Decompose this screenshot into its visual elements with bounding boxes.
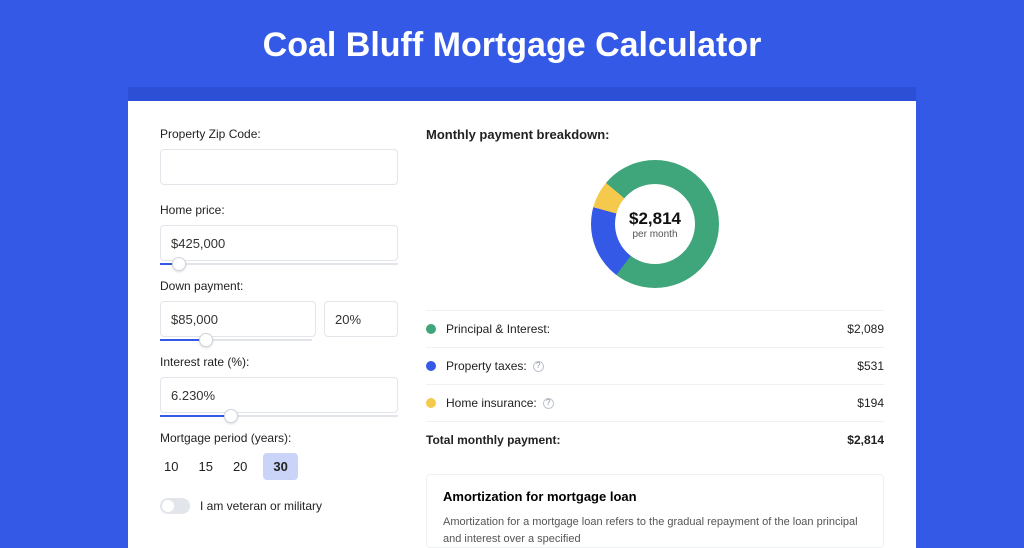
legend-text: Principal & Interest: xyxy=(446,322,550,336)
down-payment-slider[interactable] xyxy=(160,339,312,341)
slider-thumb[interactable] xyxy=(172,257,186,271)
swatch-principal xyxy=(426,324,436,334)
interest-input[interactable] xyxy=(160,377,398,413)
interest-label: Interest rate (%): xyxy=(160,355,398,369)
period-field: Mortgage period (years): 10 15 20 30 xyxy=(160,431,398,480)
legend-label-principal: Principal & Interest: xyxy=(446,322,847,336)
period-option-30[interactable]: 30 xyxy=(263,453,297,480)
down-payment-field: Down payment: xyxy=(160,279,398,341)
period-option-10[interactable]: 10 xyxy=(160,453,182,480)
page-title: Coal Bluff Mortgage Calculator xyxy=(0,0,1024,87)
zip-input[interactable] xyxy=(160,149,398,185)
interest-slider[interactable] xyxy=(160,415,398,417)
legend-label-taxes: Property taxes: ? xyxy=(446,359,857,373)
breakdown-title: Monthly payment breakdown: xyxy=(426,127,884,142)
form-column: Property Zip Code: Home price: Down paym… xyxy=(160,127,398,548)
legend-amount-taxes: $531 xyxy=(857,359,884,373)
slider-thumb[interactable] xyxy=(224,409,238,423)
slider-fill xyxy=(160,415,231,417)
legend-label-total: Total monthly payment: xyxy=(426,433,847,447)
legend-text: Home insurance: xyxy=(446,396,537,410)
interest-field: Interest rate (%): xyxy=(160,355,398,417)
zip-label: Property Zip Code: xyxy=(160,127,398,141)
period-label: Mortgage period (years): xyxy=(160,431,398,445)
card-top-shadow xyxy=(128,87,916,101)
zip-field: Property Zip Code: xyxy=(160,127,398,189)
legend-row-total: Total monthly payment: $2,814 xyxy=(426,422,884,458)
slider-thumb[interactable] xyxy=(199,333,213,347)
donut-chart: $2,814 per month xyxy=(591,160,719,288)
donut-chart-container: $2,814 per month xyxy=(426,154,884,310)
home-price-slider[interactable] xyxy=(160,263,398,265)
period-option-20[interactable]: 20 xyxy=(229,453,251,480)
legend-amount-principal: $2,089 xyxy=(847,322,884,336)
home-price-input[interactable] xyxy=(160,225,398,261)
amortization-section: Amortization for mortgage loan Amortizat… xyxy=(426,474,884,548)
legend-amount-insurance: $194 xyxy=(857,396,884,410)
amortization-title: Amortization for mortgage loan xyxy=(443,489,867,504)
home-price-label: Home price: xyxy=(160,203,398,217)
legend: Principal & Interest: $2,089 Property ta… xyxy=(426,310,884,458)
legend-text: Property taxes: xyxy=(446,359,527,373)
info-icon[interactable]: ? xyxy=(543,398,554,409)
swatch-insurance xyxy=(426,398,436,408)
period-options: 10 15 20 30 xyxy=(160,453,398,480)
legend-amount-total: $2,814 xyxy=(847,433,884,447)
down-payment-label: Down payment: xyxy=(160,279,398,293)
veteran-label: I am veteran or military xyxy=(200,499,322,513)
calculator-card: Property Zip Code: Home price: Down paym… xyxy=(128,101,916,548)
donut-center-sub: per month xyxy=(632,229,677,240)
breakdown-column: Monthly payment breakdown: $2,814 per mo… xyxy=(426,127,884,548)
legend-row-taxes: Property taxes: ? $531 xyxy=(426,348,884,385)
legend-label-insurance: Home insurance: ? xyxy=(446,396,857,410)
down-payment-pct-input[interactable] xyxy=(324,301,398,337)
amortization-text: Amortization for a mortgage loan refers … xyxy=(443,514,867,547)
swatch-taxes xyxy=(426,361,436,371)
donut-center: $2,814 per month xyxy=(615,184,695,264)
down-payment-input[interactable] xyxy=(160,301,316,337)
period-option-15[interactable]: 15 xyxy=(194,453,216,480)
legend-row-insurance: Home insurance: ? $194 xyxy=(426,385,884,422)
donut-center-value: $2,814 xyxy=(629,209,681,229)
info-icon[interactable]: ? xyxy=(533,361,544,372)
home-price-field: Home price: xyxy=(160,203,398,265)
legend-row-principal: Principal & Interest: $2,089 xyxy=(426,311,884,348)
